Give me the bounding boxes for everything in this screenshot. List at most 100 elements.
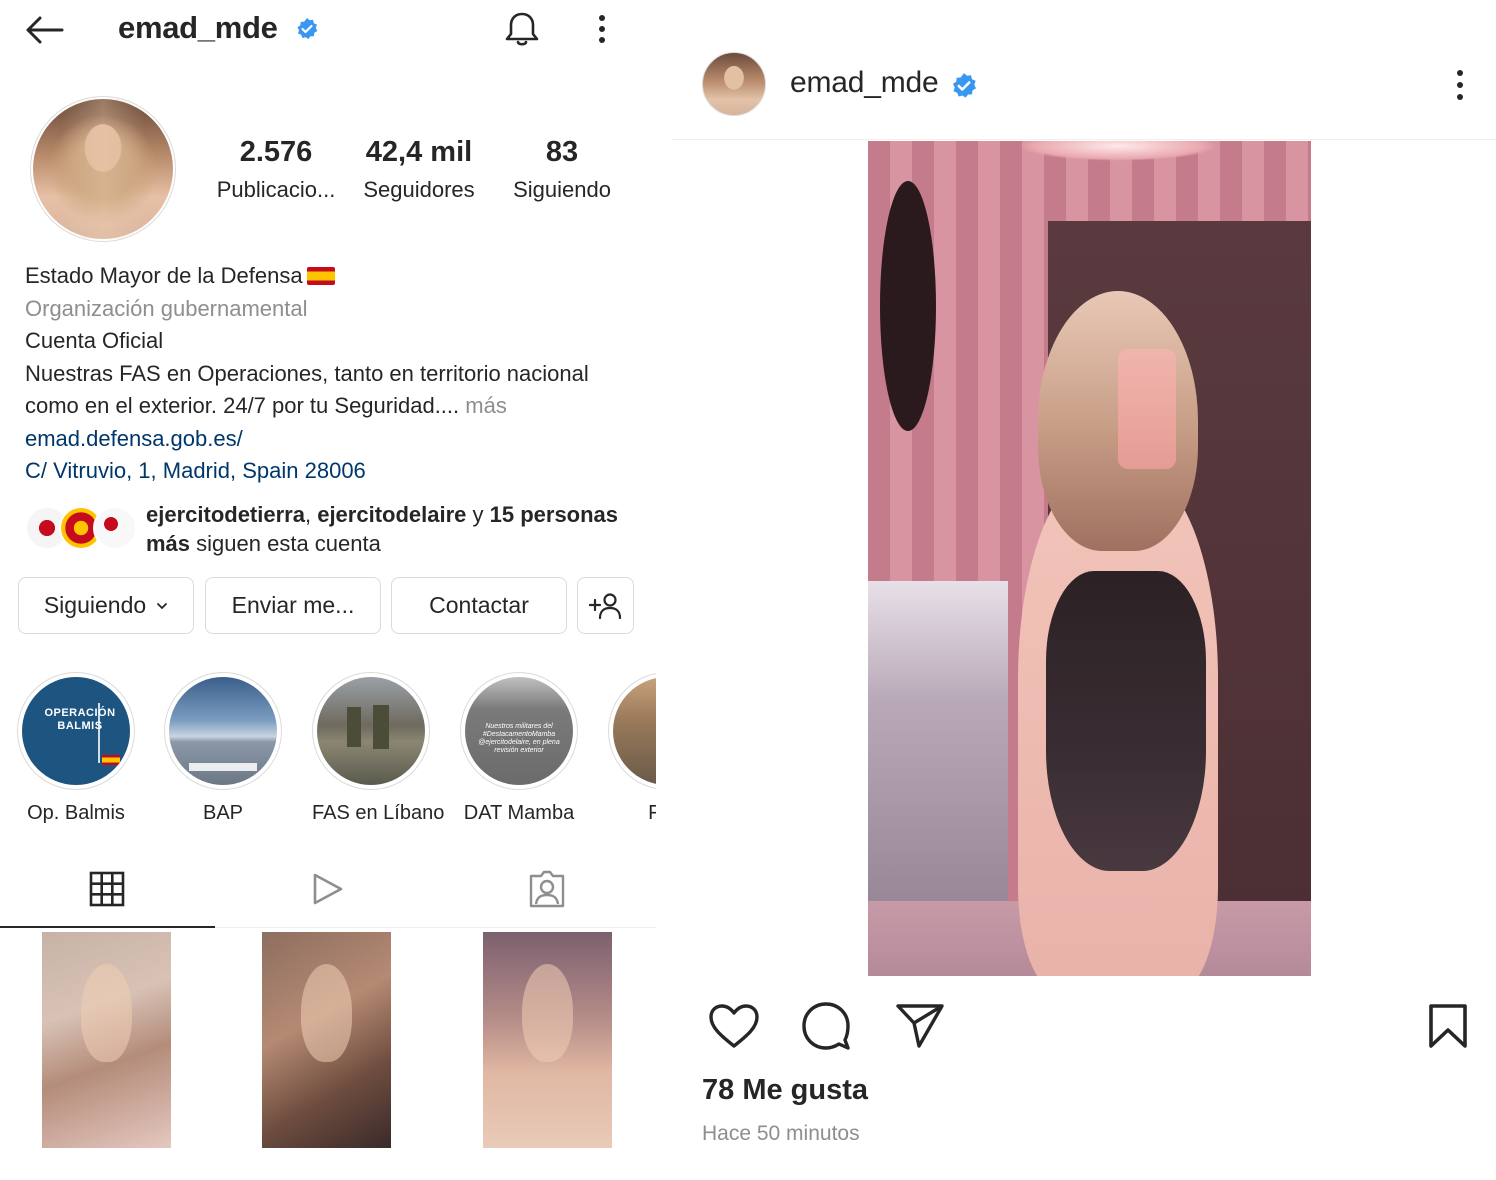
tab-grid[interactable] (0, 850, 214, 928)
highlight-label: FAS (648, 802, 656, 824)
grid-icon (89, 871, 125, 907)
posts-count: 2.576 (239, 136, 313, 168)
comment-button[interactable] (796, 996, 856, 1056)
bio-more-link[interactable]: más (459, 393, 507, 418)
post-timestamp: Hace 50 minutos (702, 1122, 860, 1145)
post-more-options-button[interactable] (1438, 62, 1482, 108)
followers-count: 42,4 mil (365, 136, 473, 168)
grid-post-thumbnail[interactable] (262, 932, 391, 1148)
following-label: Siguiendo (513, 177, 611, 202)
more-vertical-icon (599, 15, 605, 43)
highlight-cover (169, 677, 277, 785)
highlight-dat-mamba[interactable]: Nuestros militares del #DestacamentoMamb… (460, 672, 578, 825)
share-button[interactable] (890, 996, 950, 1056)
stat-following[interactable]: 83 Siguiendo (500, 136, 624, 203)
photo-detail (880, 181, 936, 431)
followed-by-conj: y (466, 502, 490, 527)
stat-followers[interactable]: 42,4 mil Seguidores (356, 136, 482, 203)
tab-tagged[interactable] (440, 850, 654, 928)
highlight-fas-libano[interactable]: FAS en Líbano (312, 672, 445, 825)
bio-name-row: Estado Mayor de la Defensa (25, 260, 645, 293)
profile-bio: Estado Mayor de la Defensa Organización … (25, 260, 645, 488)
highlight-ring (608, 672, 656, 790)
like-button[interactable] (704, 996, 764, 1056)
highlight-cover-text: Nuestros militares del #DestacamentoMamb… (478, 723, 560, 754)
contact-button[interactable]: Contactar (391, 577, 567, 634)
contact-button-label: Contactar (429, 592, 529, 618)
bell-icon (505, 12, 539, 46)
arrow-left-icon (26, 16, 64, 44)
message-button-label: Enviar me... (231, 592, 355, 618)
followed-by-rest: siguen esta cuenta (190, 531, 381, 556)
notifications-button[interactable] (500, 8, 544, 50)
add-user-icon (588, 592, 621, 619)
suggested-users-button[interactable] (577, 577, 634, 634)
comment-icon (802, 1002, 850, 1050)
profile-avatar-image (33, 99, 173, 239)
highlight-cover-divider (98, 703, 100, 763)
followers-label: Seguidores (363, 177, 475, 202)
heart-icon (709, 1004, 759, 1048)
highlight-ring: Nuestros militares del #DestacamentoMamb… (460, 672, 578, 790)
followed-by-text: ejercitodetierra, ejercitodelaire y 15 p… (146, 500, 646, 558)
bio-name: Estado Mayor de la Defensa (25, 263, 303, 288)
bio-website-link[interactable]: emad.defensa.gob.es/ (25, 423, 645, 456)
tagged-icon (529, 870, 565, 908)
highlight-bap[interactable]: BAP (164, 672, 282, 825)
post-screen: emad_mde 78 Me gusta Hace 50 minutos (672, 0, 1496, 1180)
following-button[interactable]: Siguiendo (18, 577, 194, 634)
highlight-op-balmis[interactable]: OPERACIÓN BALMIS Op. Balmis (17, 672, 135, 825)
follower-name-2: ejercitodelaire (317, 502, 467, 527)
tab-reels[interactable] (221, 850, 435, 928)
followed-by-count: 15 personas (489, 502, 619, 527)
chevron-down-icon (157, 602, 168, 609)
highlight-cover: Nuestros militares del #DestacamentoMamb… (465, 677, 573, 785)
bio-line-3-row: como en el exterior. 24/7 por tu Segurid… (25, 390, 645, 423)
highlight-cover: OPERACIÓN BALMIS (22, 677, 130, 785)
follower-avatars (25, 504, 137, 554)
spain-flag-icon (306, 267, 335, 285)
post-author-avatar[interactable] (702, 52, 766, 116)
follower-name-1: ejercitodetierra (146, 502, 305, 527)
post-header: emad_mde (672, 40, 1496, 140)
verified-badge-icon (952, 73, 977, 98)
highlight-label: FAS en Líbano (312, 802, 445, 824)
post-actions (672, 996, 1496, 1056)
profile-top-bar: emad_mde (0, 0, 656, 60)
followed-by-more: más (146, 531, 191, 556)
highlight-ring (164, 672, 282, 790)
grid-post-thumbnail[interactable] (42, 932, 171, 1148)
profile-screen: emad_mde 2.576 Publicacio... 42,4 mil Se… (0, 0, 656, 1180)
likes-count[interactable]: 78 Me gusta (702, 1074, 868, 1107)
highlight-cover-caption (189, 763, 257, 771)
save-button[interactable] (1418, 996, 1478, 1056)
more-vertical-icon (1457, 70, 1463, 100)
spain-flag-icon (102, 755, 120, 765)
follower-avatar (93, 506, 137, 550)
highlight-cover (317, 677, 425, 785)
photo-detail (1018, 141, 1218, 161)
active-tab-indicator (0, 926, 215, 928)
following-button-label: Siguiendo (43, 592, 147, 618)
grid-post-thumbnail[interactable] (483, 932, 612, 1148)
highlight-ring (312, 672, 430, 790)
bio-line-2: Nuestras FAS en Operaciones, tanto en te… (25, 360, 589, 386)
followed-by-sep: , (304, 502, 318, 527)
highlight-cover-text: OPERACIÓN BALMIS (44, 707, 116, 732)
message-button[interactable]: Enviar me... (205, 577, 381, 634)
posts-label: Publicacio... (216, 177, 336, 202)
back-button[interactable] (22, 12, 66, 48)
bio-address-link[interactable]: C/ Vitruvio, 1, Madrid, Spain 28006 (25, 455, 645, 488)
followed-by[interactable]: ejercitodetierra, ejercitodelaire y 15 p… (25, 500, 645, 560)
post-author-username[interactable]: emad_mde (790, 66, 939, 100)
send-icon (896, 1004, 944, 1048)
stat-posts[interactable]: 2.576 Publicacio... (210, 136, 342, 203)
highlight-fas[interactable]: FAS (608, 672, 656, 825)
reels-icon (313, 873, 343, 905)
bio-line-1: Cuenta Oficial (25, 328, 164, 353)
post-photo[interactable] (868, 141, 1311, 976)
highlight-label: BAP (202, 802, 244, 824)
highlight-label: Op. Balmis (27, 802, 125, 824)
more-options-button[interactable] (580, 8, 624, 50)
profile-avatar[interactable] (30, 96, 176, 242)
